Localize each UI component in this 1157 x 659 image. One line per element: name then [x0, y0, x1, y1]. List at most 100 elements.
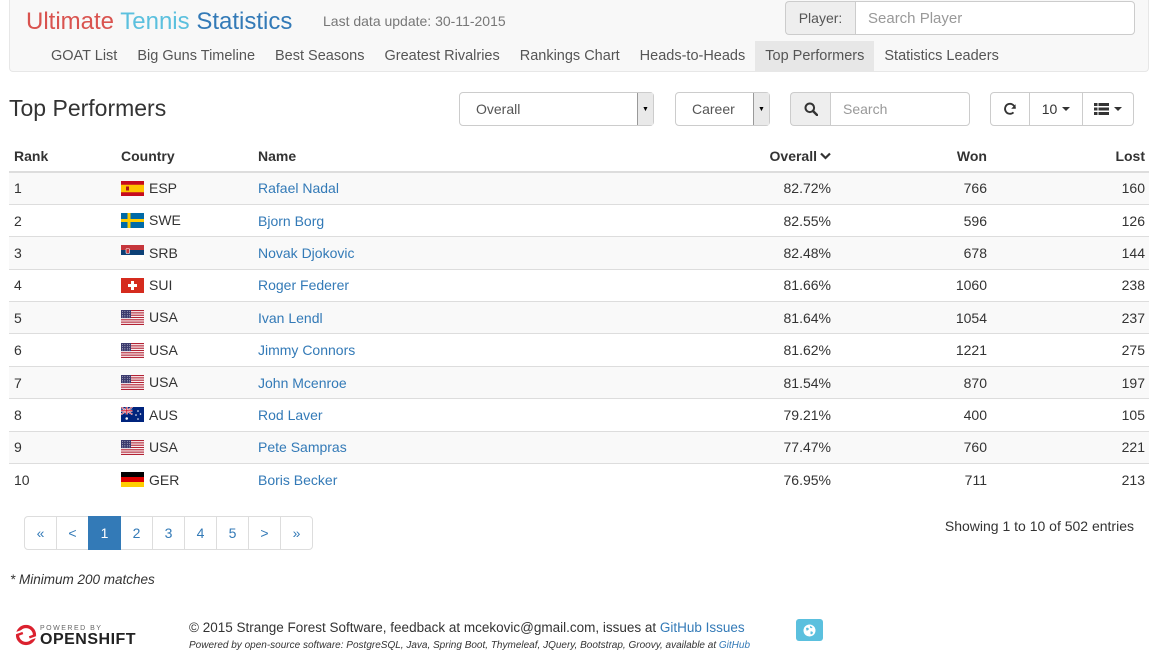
table-search-group [790, 92, 970, 126]
nav-top-performers[interactable]: Top Performers [755, 41, 875, 72]
table-row[interactable]: 10 GER Boris Becker 76.95% 711 213 [9, 463, 1149, 496]
header-country[interactable]: Country [116, 140, 253, 173]
header-name[interactable]: Name [253, 140, 633, 173]
cell-overall: 79.21% [633, 398, 836, 432]
globe-button[interactable] [796, 619, 823, 641]
cell-won: 1221 [836, 333, 992, 367]
columns-button[interactable] [1083, 92, 1134, 126]
header-won[interactable]: Won [836, 140, 992, 173]
cell-rank: 2 [9, 203, 116, 237]
page-button-4[interactable]: 4 [184, 516, 217, 550]
footer-copyright-text: © 2015 Strange Forest Software, feedback… [189, 620, 660, 635]
table-row[interactable]: 8 AUS Rod Laver 79.21% 400 105 [9, 398, 1149, 432]
category-select[interactable]: Overall ▼ [459, 92, 654, 126]
page-prev-button[interactable]: < [56, 516, 89, 550]
cell-rank: 9 [9, 430, 116, 464]
player-link[interactable]: Boris Becker [258, 472, 337, 488]
page-last-button[interactable]: » [280, 516, 313, 550]
cell-country-code: USA [149, 374, 178, 391]
cell-rank: 3 [9, 236, 116, 270]
nav-heads-to-heads[interactable]: Heads-to-Heads [630, 41, 756, 72]
table-row[interactable]: 5 USA Ivan Lendl 81.64% 1054 237 [9, 301, 1149, 334]
rows-per-page-button[interactable]: 10 [1030, 92, 1083, 126]
flag-icon [121, 212, 144, 228]
header-overall[interactable]: Overall [633, 140, 836, 173]
cell-name: Rafael Nadal [253, 171, 633, 205]
player-link[interactable]: Rod Laver [258, 407, 323, 423]
last-update-text: Last data update: 30-11-2015 [323, 13, 506, 29]
openshift-logo-icon[interactable] [14, 622, 38, 649]
cell-overall: 82.72% [633, 171, 836, 205]
cell-won: 1054 [836, 301, 992, 334]
cell-lost: 197 [992, 365, 1149, 399]
flag-icon [121, 439, 144, 455]
cell-country: GER [116, 463, 253, 496]
page-next-button[interactable]: > [248, 516, 281, 550]
cell-country: USA [116, 430, 253, 464]
github-issues-link[interactable]: GitHub Issues [660, 620, 745, 635]
nav-rankings-chart[interactable]: Rankings Chart [510, 41, 630, 72]
table-row[interactable]: 9 USA Pete Sampras 77.47% 760 221 [9, 430, 1149, 464]
refresh-icon [1004, 102, 1016, 115]
table-search-input[interactable] [830, 92, 970, 126]
header-lost[interactable]: Lost [992, 140, 1149, 173]
cell-won: 766 [836, 171, 992, 205]
player-link[interactable]: Roger Federer [258, 277, 349, 293]
table-row[interactable]: 2 SWE Bjorn Borg 82.55% 596 126 [9, 203, 1149, 237]
page-first-button[interactable]: « [24, 516, 57, 550]
table-row[interactable]: 4 SUI Roger Federer 81.66% 1060 238 [9, 268, 1149, 302]
cell-lost: 213 [992, 463, 1149, 496]
refresh-button[interactable] [990, 92, 1030, 126]
page-button-5[interactable]: 5 [216, 516, 249, 550]
period-select[interactable]: Career ▼ [675, 92, 770, 126]
brand-logo[interactable]: Ultimate Tennis Statistics [26, 8, 292, 36]
cell-lost: 238 [992, 268, 1149, 302]
cell-won: 711 [836, 463, 992, 496]
cell-overall: 81.54% [633, 365, 836, 399]
table-row[interactable]: 7 USA John Mcenroe 81.54% 870 197 [9, 365, 1149, 399]
header-rank[interactable]: Rank [9, 140, 116, 173]
player-link[interactable]: Jimmy Connors [258, 342, 355, 358]
footnote: * Minimum 200 matches [10, 572, 155, 587]
table-row[interactable]: 1 ESP Rafael Nadal 82.72% 766 160 [9, 171, 1149, 205]
table-row[interactable]: 3 SRB Novak Djokovic 82.48% 678 144 [9, 236, 1149, 270]
player-link[interactable]: Novak Djokovic [258, 245, 354, 261]
github-link[interactable]: GitHub [719, 640, 750, 651]
nav-goat-list[interactable]: GOAT List [41, 41, 127, 72]
caret-down-icon [1062, 107, 1071, 111]
player-link[interactable]: Bjorn Borg [258, 213, 324, 229]
cell-country: USA [116, 301, 253, 334]
player-link[interactable]: Rafael Nadal [258, 180, 339, 196]
player-link[interactable]: Ivan Lendl [258, 310, 323, 326]
top-performers-table: Rank Country Name Overall Won Lost 1 ESP R… [9, 140, 1149, 496]
cell-overall: 81.64% [633, 301, 836, 334]
flag-icon [121, 310, 144, 326]
nav-statistics-leaders[interactable]: Statistics Leaders [874, 41, 1008, 72]
cell-name: Boris Becker [253, 463, 633, 496]
cell-rank: 6 [9, 333, 116, 367]
page-button-2[interactable]: 2 [120, 516, 153, 550]
cell-name: Novak Djokovic [253, 236, 633, 270]
player-link[interactable]: John Mcenroe [258, 375, 347, 391]
page-button-1[interactable]: 1 [88, 516, 121, 550]
cell-rank: 10 [9, 463, 116, 496]
nav-big-guns-timeline[interactable]: Big Guns Timeline [127, 41, 265, 72]
table-row[interactable]: 6 USA Jimmy Connors 81.62% 1221 275 [9, 333, 1149, 367]
nav-greatest-rivalries[interactable]: Greatest Rivalries [375, 41, 510, 72]
page-title: Top Performers [9, 95, 167, 121]
openshift-name: OPENSHIFT [40, 631, 137, 648]
cell-overall: 81.62% [633, 333, 836, 367]
columns-icon [1094, 103, 1109, 115]
nav-best-seasons[interactable]: Best Seasons [265, 41, 374, 72]
cell-lost: 221 [992, 430, 1149, 464]
page-button-3[interactable]: 3 [152, 516, 185, 550]
player-search-input[interactable] [855, 1, 1135, 35]
flag-icon [121, 342, 144, 358]
cell-name: Jimmy Connors [253, 333, 633, 367]
search-button[interactable] [790, 92, 830, 126]
flag-icon [121, 245, 144, 261]
search-icon [804, 102, 818, 116]
player-link[interactable]: Pete Sampras [258, 439, 347, 455]
cell-won: 1060 [836, 268, 992, 302]
cell-country-code: AUS [149, 406, 178, 423]
